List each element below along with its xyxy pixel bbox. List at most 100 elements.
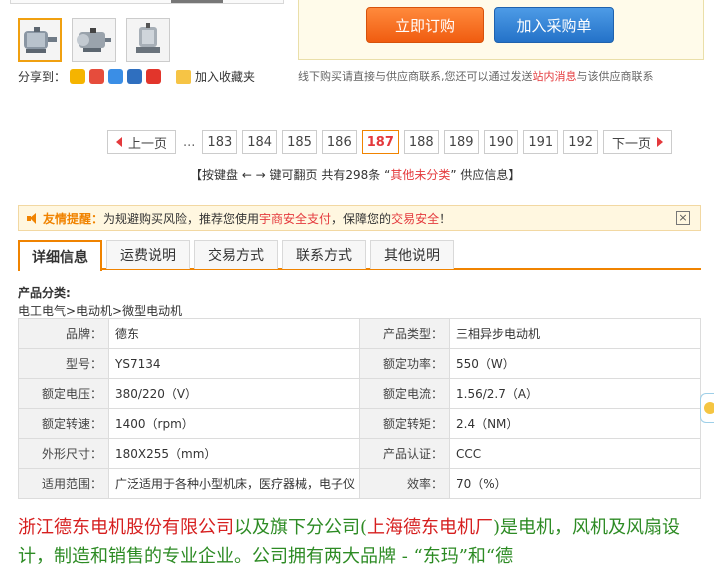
renren-icon[interactable] (127, 69, 143, 84)
spec-key: 外形尺寸： (18, 438, 109, 469)
spec-key: 额定转速： (18, 408, 109, 439)
tieba-icon[interactable] (108, 69, 124, 84)
next-page-label: 下一页 (612, 136, 652, 152)
trade-safety-link[interactable]: 交易安全 (391, 210, 439, 227)
spec-key: 额定电压： (18, 378, 109, 409)
spec-value: YS7134 (108, 348, 360, 379)
product-thumbnail-1[interactable] (18, 18, 62, 62)
add-favorite-link[interactable]: 加入收藏夹 (176, 68, 255, 85)
offline-tip-text-end: 与该供应商联系 (576, 70, 654, 83)
product-thumbnails (18, 18, 170, 62)
table-row: 额定转速： 1400（rpm） 额定转矩： 2.4（NM） (18, 408, 701, 439)
safety-notice: 友情提醒： 为规避购买风险，推荐您使用 宇商安全支付 ，保障您的 交易安全 ！ … (18, 205, 701, 231)
smiley-icon (704, 402, 714, 414)
offline-purchase-tip: 线下购买请直接与供应商联系,您还可以通过发送站内消息与该供应商联系 (298, 68, 654, 84)
notice-title: 友情提醒： (43, 211, 104, 226)
viewer-scroll-handle[interactable] (171, 0, 223, 3)
product-thumbnail-3[interactable] (126, 18, 170, 62)
table-row: 外形尺寸： 180X255（mm） 产品认证： CCC (18, 438, 701, 469)
qzone-icon[interactable] (70, 69, 86, 84)
spec-value: 2.4（NM） (449, 408, 701, 439)
image-viewer-bottom-edge (10, 0, 284, 4)
product-thumbnail-2[interactable] (72, 18, 116, 62)
spec-key: 效率： (359, 468, 450, 499)
company-description: 浙江德东电机股份有限公司以及旗下分公司(上海德东电机厂)是电机，风机及风扇设计，… (18, 513, 702, 571)
tab-contact[interactable]: 联系方式 (282, 240, 366, 269)
spec-key: 适用范围： (18, 468, 109, 499)
page-link[interactable]: 191 (523, 130, 559, 154)
pagination-info-text-end: ” 供应信息】 (450, 168, 521, 182)
speaker-icon (27, 212, 39, 224)
category-link[interactable]: 其他未分类 (390, 168, 450, 182)
share-bar: 分享到： (18, 68, 162, 85)
spec-key: 产品类型： (359, 318, 450, 349)
category-path: 电工电气>电动机>微型电动机 (18, 304, 183, 318)
spec-key: 产品认证： (359, 438, 450, 469)
page-link[interactable]: 186 (321, 130, 357, 154)
spec-value: 1.56/2.7（A） (449, 378, 701, 409)
pagination-info-text: 【按键盘 ← → 键可翻页 共有298条 “ (190, 168, 391, 182)
spec-value: 70（%） (449, 468, 701, 499)
spec-key: 额定电流： (359, 378, 450, 409)
tab-details[interactable]: 详细信息 (18, 240, 102, 271)
table-row: 品牌： 德东 产品类型： 三相异步电动机 (18, 318, 701, 349)
current-page: 187 (361, 130, 399, 154)
notice-text-3: ！ (439, 211, 452, 226)
page-link[interactable]: 189 (443, 130, 479, 154)
pagination: 上一页 ... 183 184 185 186 187 188 189 190 … (107, 130, 673, 154)
close-icon[interactable]: × (676, 211, 690, 225)
share-label: 分享到： (18, 70, 67, 84)
spec-value: 550（W） (449, 348, 701, 379)
description-text: 以及旗下分公司( (234, 517, 368, 538)
online-service-tab[interactable] (700, 393, 714, 423)
page-link[interactable]: 185 (282, 130, 317, 154)
page-link[interactable]: 183 (202, 130, 238, 154)
weibo-icon[interactable] (89, 69, 105, 84)
page-link[interactable]: 188 (403, 130, 439, 154)
spec-key: 品牌： (18, 318, 109, 349)
spec-value: 380/220（V） (108, 378, 360, 409)
notice-text: 为规避购买风险，推荐您使用 (103, 211, 260, 226)
prev-page-label: 上一页 (128, 136, 168, 152)
tab-shipping[interactable]: 运费说明 (106, 240, 190, 269)
favorite-label: 加入收藏夹 (195, 70, 256, 84)
spec-value: 广泛适用于各种小型机床，医疗器械，电子仪 (108, 468, 360, 499)
motor-image-icon (77, 28, 111, 52)
arrow-left-icon (116, 137, 122, 147)
kaixin-icon[interactable] (146, 69, 162, 84)
notice-text-2: ，保障您的 (331, 211, 392, 226)
add-to-purchase-list-button[interactable]: 加入采购单 (494, 7, 614, 43)
prev-page-button[interactable]: 上一页 (107, 130, 177, 154)
page-link[interactable]: 184 (242, 130, 278, 154)
favorite-folder-icon (176, 69, 191, 84)
detail-tabs: 详细信息 运费说明 交易方式 联系方式 其他说明 (18, 240, 701, 271)
spec-key: 额定功率： (359, 348, 450, 379)
site-message-link[interactable]: 站内消息 (533, 70, 577, 83)
spec-key: 型号： (18, 348, 109, 379)
pagination-info: 【按键盘 ← → 键可翻页 共有298条 “其他未分类” 供应信息】 (190, 166, 520, 183)
secure-pay-link[interactable]: 宇商安全支付 (259, 210, 331, 227)
arrow-right-icon (657, 137, 664, 147)
spec-value: 180X255（mm） (108, 438, 360, 469)
spec-table: 品牌： 德东 产品类型： 三相异步电动机 型号： YS7134 额定功率： 55… (18, 318, 701, 499)
branch-name: 上海德东电机厂 (367, 517, 494, 538)
motor-image-icon (24, 27, 57, 53)
spec-value: 德东 (108, 318, 360, 349)
motor-image-icon (136, 23, 160, 53)
tab-trade-method[interactable]: 交易方式 (194, 240, 278, 269)
table-row: 额定电压： 380/220（V） 额定电流： 1.56/2.7（A） (18, 378, 701, 409)
table-row: 型号： YS7134 额定功率： 550（W） (18, 348, 701, 379)
page-link[interactable]: 190 (483, 130, 519, 154)
offline-tip-text: 线下购买请直接与供应商联系,您还可以通过发送 (298, 70, 533, 83)
spec-key: 额定转矩： (359, 408, 450, 439)
tab-other[interactable]: 其他说明 (370, 240, 454, 269)
category-label: 产品分类: (18, 286, 71, 300)
company-name: 浙江德东电机股份有限公司 (18, 517, 234, 538)
buy-now-button[interactable]: 立即订购 (366, 7, 484, 43)
page-link[interactable]: 192 (563, 130, 599, 154)
spec-value: 1400（rpm） (108, 408, 360, 439)
pagination-ellipsis: ... (183, 134, 196, 150)
next-page-button[interactable]: 下一页 (603, 130, 673, 154)
spec-value: 三相异步电动机 (449, 318, 701, 349)
table-row: 适用范围： 广泛适用于各种小型机床，医疗器械，电子仪 效率： 70（%） (18, 468, 701, 499)
